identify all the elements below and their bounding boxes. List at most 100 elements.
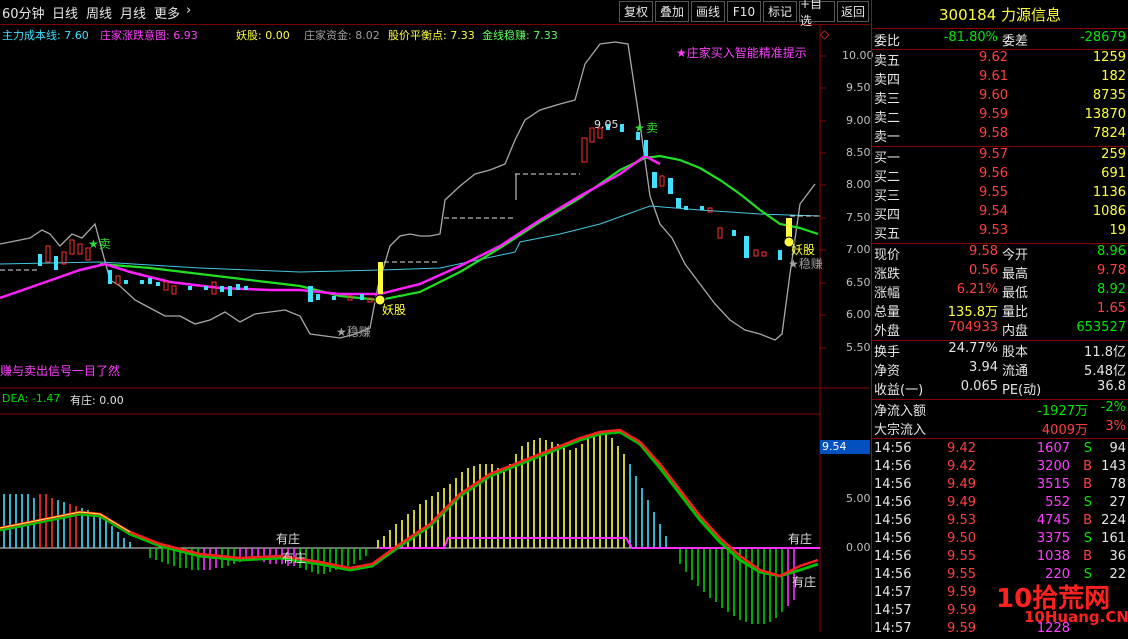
adjust-button[interactable]: 复权 [619, 1, 653, 22]
ask-row[interactable]: 卖二 9.59 13870 [872, 107, 1128, 126]
bid-row[interactable]: 买五 9.53 19 [872, 223, 1128, 242]
bid-label: 买五 [874, 227, 901, 242]
tab-weekly[interactable]: 周线 [86, 3, 112, 22]
fundamental-value: 3.94 [969, 360, 998, 375]
quote-label: 最低 [1002, 286, 1029, 301]
tick-time: 14:56 [874, 513, 912, 528]
tick-row[interactable]: 14:56 9.55 1038 B 36 [872, 549, 1128, 567]
sell-signal-2: 卖 [646, 121, 658, 135]
ask-label: 卖三 [874, 92, 901, 107]
ask-row[interactable]: 卖一 9.58 7824 [872, 126, 1128, 145]
quote-row: 现价 9.58 今开 8.96 [872, 244, 1128, 263]
bid-volume: 1136 [1092, 185, 1126, 200]
quote-row: 涨幅 6.21% 最低 8.92 [872, 282, 1128, 301]
ask-price: 9.61 [979, 69, 1008, 84]
tick-price: 9.53 [947, 513, 976, 528]
tab-daily[interactable]: 日线 [52, 3, 78, 22]
fundamental-value: 36.8 [1097, 379, 1126, 394]
ask-label: 卖四 [874, 73, 901, 88]
dashed-levels [0, 173, 818, 271]
more-arrow-icon[interactable]: › [186, 3, 191, 18]
quote-value: 1.65 [1097, 301, 1126, 316]
tick-row[interactable]: 14:56 9.49 552 S 27 [872, 495, 1128, 513]
fundamental-value: 24.77% [948, 341, 998, 356]
quote-label: 涨跌 [874, 267, 901, 282]
tick-side: S [1083, 441, 1092, 456]
period-selector[interactable]: 60分钟 [2, 3, 45, 22]
tick-row[interactable]: 14:56 9.50 3375 S 161 [872, 531, 1128, 549]
tick-time: 14:57 [874, 621, 912, 636]
tick-time: 14:56 [874, 477, 912, 492]
tick-count: 224 [1101, 513, 1126, 528]
dif-line [0, 428, 819, 578]
ask-label: 卖二 [874, 111, 901, 126]
tick-row[interactable]: 14:56 9.42 1607 S 94 [872, 441, 1128, 459]
y-tick: 9.00 [846, 114, 871, 127]
yaogu-label-1: 妖股 [382, 303, 406, 317]
mark-button[interactable]: 标记 [763, 1, 797, 22]
tick-row[interactable]: 14:56 9.53 4745 B 224 [872, 513, 1128, 531]
bid-price: 9.56 [979, 166, 1008, 181]
dea-readout: DEA: -1.47 [2, 392, 61, 405]
bid-row[interactable]: 买二 9.56 691 [872, 166, 1128, 185]
youzhuang-label-4: 有庄 [792, 574, 816, 589]
f10-button[interactable]: F10 [727, 1, 761, 22]
y-tick: 6.00 [846, 308, 871, 321]
tick-count: 143 [1101, 459, 1126, 474]
tick-row[interactable]: 14:56 9.42 3200 B 143 [872, 459, 1128, 477]
sell-signal-star: ★ [634, 121, 645, 135]
ask-row[interactable]: 卖五 9.62 1259 [872, 50, 1128, 69]
flow-label: 大宗流入 [874, 423, 927, 438]
tick-price: 9.59 [947, 585, 976, 600]
ask-label: 卖一 [874, 130, 901, 145]
tick-side: S [1083, 495, 1092, 510]
dea-line [0, 430, 819, 578]
quote-value: 653527 [1076, 320, 1126, 335]
back-button[interactable]: 返回 [837, 1, 869, 22]
green-line [99, 154, 819, 302]
macd-y-tick: 0.00 [846, 541, 871, 554]
quote-label: 总量 [874, 305, 901, 320]
ask-row[interactable]: 卖四 9.61 182 [872, 69, 1128, 88]
price-chart[interactable]: ★卖 ★ 卖 9.05 妖股 妖股 ★稳赚 ★稳赚 有庄 有庄 有庄 有庄 [0, 24, 870, 632]
tick-price: 9.49 [947, 477, 976, 492]
flow-row: 净流入额 -1927万 -2% [872, 400, 1128, 419]
watermark-line2: 10Huang.CN [1024, 608, 1128, 626]
tick-volume: 3200 [1036, 459, 1070, 474]
bid-volume: 19 [1109, 223, 1126, 238]
ask-volume: 8735 [1092, 88, 1126, 103]
fundamental-row: 净资 3.94 流通 5.48亿 [872, 360, 1128, 379]
tick-price: 9.42 [947, 459, 976, 474]
bid-row[interactable]: 买三 9.55 1136 [872, 185, 1128, 204]
tick-time: 14:57 [874, 603, 912, 618]
tick-count: 161 [1101, 531, 1126, 546]
bid-row[interactable]: 买一 9.57 259 [872, 147, 1128, 166]
flow-value: -1927万 [1037, 404, 1088, 419]
bid-row[interactable]: 买四 9.54 1086 [872, 204, 1128, 223]
tab-monthly[interactable]: 月线 [120, 3, 146, 22]
overlay-button[interactable]: 叠加 [655, 1, 689, 22]
quote-value: 6.21% [956, 282, 998, 297]
draw-line-button[interactable]: 画线 [691, 1, 725, 22]
quote-row: 外盘 704933 内盘 653527 [872, 320, 1128, 339]
tick-side: S [1083, 531, 1092, 546]
tick-row[interactable]: 14:56 9.49 3515 B 78 [872, 477, 1128, 495]
fundamental-value: 0.065 [960, 379, 998, 394]
bid-volume: 1086 [1092, 204, 1126, 219]
yaogu-label-2: 妖股 [791, 243, 815, 257]
quote-value: 135.8万 [947, 305, 998, 320]
ask-row[interactable]: 卖三 9.60 8735 [872, 88, 1128, 107]
ask-volume: 182 [1101, 69, 1126, 84]
bid-price: 9.53 [979, 223, 1008, 238]
quote-value: 9.58 [969, 244, 998, 259]
quote-label: 内盘 [1002, 324, 1029, 339]
tick-time: 14:56 [874, 495, 912, 510]
tick-price: 9.55 [947, 549, 976, 564]
tab-more[interactable]: 更多 [154, 3, 180, 22]
add-watchlist-button[interactable]: +自选 [799, 0, 835, 28]
tick-volume: 4745 [1036, 513, 1070, 528]
youzhuang-readout: 有庄: 0.00 [70, 394, 124, 407]
bid-price: 9.55 [979, 185, 1008, 200]
tick-count: 94 [1109, 441, 1126, 456]
quote-label: 外盘 [874, 324, 901, 339]
